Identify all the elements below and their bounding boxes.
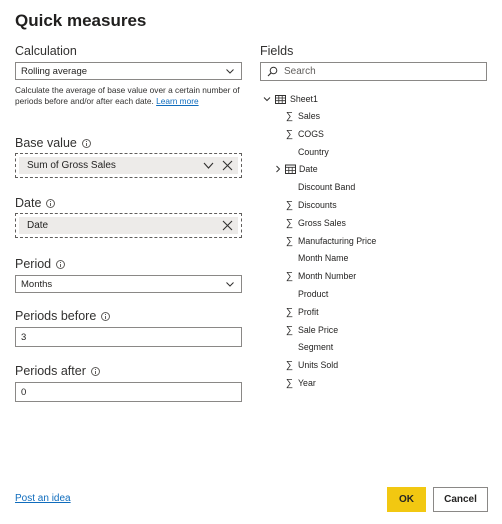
search-icon xyxy=(267,66,278,77)
table-icon xyxy=(275,94,286,104)
dialog-title: Quick measures xyxy=(15,11,147,30)
field-item-label: Units Sold xyxy=(298,360,339,370)
periods-before-label-text: Periods before xyxy=(15,309,97,323)
close-icon[interactable] xyxy=(222,220,233,231)
sigma-icon: ∑ xyxy=(285,377,294,389)
field-item-label: Month Number xyxy=(298,271,357,281)
date-well[interactable]: Date xyxy=(15,213,242,238)
periods-before-input[interactable]: 3 xyxy=(15,327,242,347)
field-item-label: Segment xyxy=(298,342,334,352)
periods-after-label-text: Periods after xyxy=(15,364,86,378)
calculation-selected: Rolling average xyxy=(21,65,88,77)
periods-after-input[interactable]: 0 xyxy=(15,382,242,402)
field-item[interactable]: ∑ Gross Sales xyxy=(285,217,346,229)
field-item-label: Discount Band xyxy=(298,182,356,192)
base-value-label: Base value xyxy=(15,136,91,150)
fields-label: Fields xyxy=(260,44,294,58)
date-label-text: Date xyxy=(15,196,42,210)
field-item-label: Manufacturing Price xyxy=(298,236,377,246)
cancel-button[interactable]: Cancel xyxy=(433,487,488,512)
date-text: Date xyxy=(27,220,49,231)
learn-more-link[interactable]: Learn more xyxy=(156,96,198,106)
base-value-label-text: Base value xyxy=(15,136,77,150)
search-placeholder: Search xyxy=(284,66,316,77)
post-idea-link[interactable]: Post an idea xyxy=(15,493,71,504)
field-item-label: Sales xyxy=(298,111,321,121)
chevron-down-icon xyxy=(226,69,234,74)
field-item[interactable]: ∑ Discounts xyxy=(285,199,337,211)
sigma-icon: ∑ xyxy=(285,199,294,211)
close-icon[interactable] xyxy=(222,160,233,171)
sigma-icon: ∑ xyxy=(285,128,294,140)
chevron-down-icon xyxy=(226,282,234,287)
sigma-icon: ∑ xyxy=(285,306,294,318)
info-icon[interactable] xyxy=(81,138,91,148)
field-item[interactable]: Segment xyxy=(285,341,333,353)
field-item[interactable]: ∑ Manufacturing Price xyxy=(285,235,376,247)
ok-button[interactable]: OK xyxy=(387,487,426,512)
field-item-label: Date xyxy=(299,164,318,174)
periods-before-value: 3 xyxy=(21,331,27,343)
field-item-label: Gross Sales xyxy=(298,218,346,228)
fields-search-input[interactable]: Search xyxy=(260,62,487,81)
calculation-description: Calculate the average of base value over… xyxy=(15,85,245,106)
periods-after-value: 0 xyxy=(21,386,27,398)
chevron-right-icon[interactable] xyxy=(274,165,282,173)
calculation-label-text: Calculation xyxy=(15,44,77,58)
info-icon[interactable] xyxy=(90,366,100,376)
field-item[interactable]: ∑ Year xyxy=(285,377,316,389)
sigma-icon: ∑ xyxy=(285,235,294,247)
field-item[interactable]: ∑ Month Number xyxy=(285,270,356,282)
table-name: Sheet1 xyxy=(290,94,318,104)
date-pill[interactable]: Date xyxy=(19,217,238,234)
period-label-text: Period xyxy=(15,257,52,271)
base-value-well[interactable]: Sum of Gross Sales xyxy=(15,153,242,178)
field-item-label: Discounts xyxy=(298,200,337,210)
field-item[interactable]: Discount Band xyxy=(285,181,355,193)
sigma-icon: ∑ xyxy=(285,270,294,282)
field-item-label: Sale Price xyxy=(298,325,339,335)
field-item[interactable]: ∑ Sales xyxy=(285,110,320,122)
calculation-label: Calculation xyxy=(15,44,77,58)
field-item-label: Year xyxy=(298,378,316,388)
sigma-icon: ∑ xyxy=(285,359,294,371)
field-item-label: Product xyxy=(298,289,329,299)
calendar-icon xyxy=(285,164,296,174)
info-icon[interactable] xyxy=(46,198,56,208)
field-item[interactable]: ∑ Profit xyxy=(285,306,319,318)
field-item-label: Profit xyxy=(298,307,319,317)
field-item[interactable]: ∑ Units Sold xyxy=(285,359,338,371)
table-sheet1[interactable]: Sheet1 xyxy=(263,93,318,105)
base-value-pill[interactable]: Sum of Gross Sales xyxy=(19,157,238,174)
field-item[interactable]: Date xyxy=(274,163,318,175)
field-item-label: Month Name xyxy=(298,253,349,263)
period-label: Period xyxy=(15,257,66,271)
sigma-icon: ∑ xyxy=(285,110,294,122)
date-label: Date xyxy=(15,196,56,210)
field-item-label: COGS xyxy=(298,129,324,139)
description-text: Calculate the average of base value over… xyxy=(15,85,240,106)
sigma-icon: ∑ xyxy=(285,324,294,336)
periods-after-label: Periods after xyxy=(15,364,100,378)
chevron-down-icon[interactable] xyxy=(263,95,271,103)
base-value-text: Sum of Gross Sales xyxy=(27,160,116,171)
chevron-down-icon[interactable] xyxy=(203,161,214,170)
field-item-label: Country xyxy=(298,147,329,157)
sigma-icon: ∑ xyxy=(285,217,294,229)
field-item[interactable]: ∑ Sale Price xyxy=(285,324,338,336)
info-icon[interactable] xyxy=(56,259,66,269)
field-item[interactable]: Country xyxy=(285,146,329,158)
field-item[interactable]: Month Name xyxy=(285,252,348,264)
periods-before-label: Periods before xyxy=(15,309,111,323)
period-dropdown[interactable]: Months xyxy=(15,275,242,293)
info-icon[interactable] xyxy=(101,311,111,321)
period-selected: Months xyxy=(21,278,53,290)
field-item[interactable]: Product xyxy=(285,288,328,300)
field-item[interactable]: ∑ COGS xyxy=(285,128,324,140)
calculation-dropdown[interactable]: Rolling average xyxy=(15,62,242,80)
